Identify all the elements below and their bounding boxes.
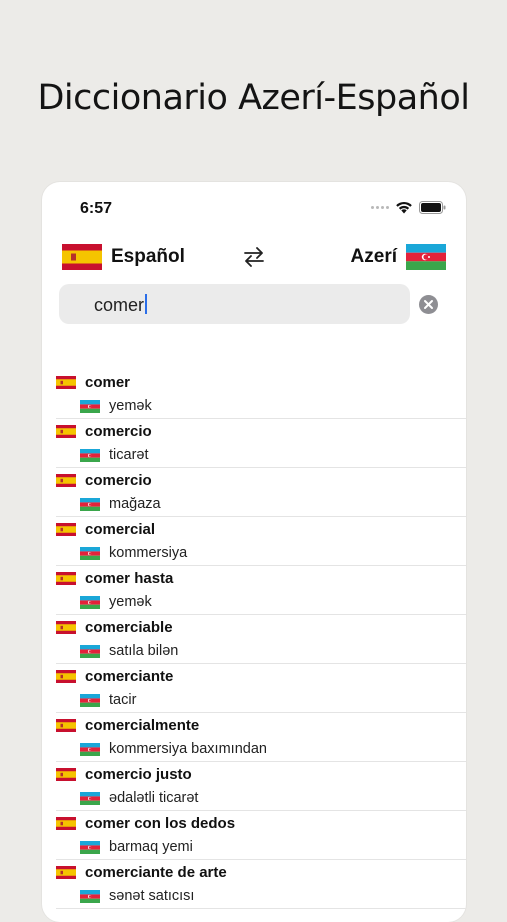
source-word: comerciante de arte bbox=[85, 864, 227, 881]
translation-word: yemək bbox=[109, 594, 152, 610]
azerbaijan-flag-icon bbox=[80, 497, 100, 511]
language-bar: Español Azerí bbox=[42, 242, 466, 272]
azerbaijan-flag-icon bbox=[80, 840, 100, 854]
translation-row: ticarət bbox=[80, 447, 149, 463]
list-item[interactable]: comerciable satıla bilən bbox=[56, 615, 466, 664]
translation-row: satıla bilən bbox=[80, 643, 178, 659]
spain-flag-icon bbox=[56, 817, 76, 830]
source-word: comerciable bbox=[85, 619, 173, 636]
translation-word: mağaza bbox=[109, 496, 161, 512]
source-word-row: comerciante de arte bbox=[56, 864, 227, 881]
source-language-button[interactable]: Español bbox=[62, 244, 185, 270]
text-caret bbox=[145, 294, 148, 314]
list-item[interactable]: comer hasta yemək bbox=[56, 566, 466, 615]
translation-word: tacir bbox=[109, 692, 137, 708]
list-item[interactable]: comerciante tacir bbox=[56, 664, 466, 713]
translation-row: ədalətli ticarət bbox=[80, 790, 198, 806]
translation-row: yemək bbox=[80, 398, 152, 414]
clear-circle-icon[interactable] bbox=[419, 295, 438, 314]
source-word: comercio bbox=[85, 423, 152, 440]
translation-word: sənət satıcısı bbox=[109, 888, 195, 904]
source-word-row: comercialmente bbox=[56, 717, 199, 734]
list-item[interactable]: comer yemək bbox=[56, 370, 466, 419]
translation-row: sənət satıcısı bbox=[80, 888, 194, 904]
list-item[interactable]: comercial kommersiya bbox=[56, 517, 466, 566]
list-item[interactable]: comercio justo ədalətli ticarət bbox=[56, 762, 466, 811]
source-word: comer hasta bbox=[85, 570, 174, 587]
translation-row: tacir bbox=[80, 692, 136, 708]
translation-word: kommersiya baxımından bbox=[109, 741, 267, 757]
spain-flag-icon bbox=[62, 244, 102, 270]
azerbaijan-flag-icon bbox=[80, 742, 100, 756]
list-item[interactable]: comer con los dedos barmaq yemi bbox=[56, 811, 466, 860]
search-input[interactable]: comer bbox=[59, 284, 410, 324]
translation-word: kommersiya bbox=[109, 545, 188, 561]
source-word-row: comercial bbox=[56, 521, 155, 538]
source-word-row: comerciable bbox=[56, 619, 173, 636]
translation-row: kommersiya baxımından bbox=[80, 741, 267, 757]
azerbaijan-flag-icon bbox=[406, 244, 446, 270]
translation-row: kommersiya bbox=[80, 545, 187, 561]
translation-word: barmaq yemi bbox=[109, 839, 193, 855]
list-item[interactable]: comerciante de arte sənət satıcısı bbox=[56, 860, 466, 909]
translation-row: yemək bbox=[80, 594, 152, 610]
source-word-row: comer bbox=[56, 374, 130, 391]
source-word: comercialmente bbox=[85, 717, 200, 734]
source-word: comer con los dedos bbox=[85, 815, 236, 832]
source-word: comercial bbox=[85, 521, 156, 538]
spain-flag-icon bbox=[56, 474, 76, 487]
azerbaijan-flag-icon bbox=[80, 546, 100, 560]
source-word-row: comercio bbox=[56, 423, 152, 440]
source-word-row: comerciante bbox=[56, 668, 173, 685]
source-word-row: comer con los dedos bbox=[56, 815, 235, 832]
target-language-label: Azerí bbox=[350, 246, 397, 267]
spain-flag-icon bbox=[56, 768, 76, 781]
spain-flag-icon bbox=[56, 376, 76, 389]
phone-screen: 6:57 Español Azerí comer comer yemək com… bbox=[42, 182, 466, 922]
azerbaijan-flag-icon bbox=[80, 644, 100, 658]
source-word: comercio justo bbox=[85, 766, 192, 783]
azerbaijan-flag-icon bbox=[80, 693, 100, 707]
status-bar: 6:57 bbox=[42, 182, 466, 232]
azerbaijan-flag-icon bbox=[80, 889, 100, 903]
search-input-value: comer bbox=[94, 294, 148, 316]
spain-flag-icon bbox=[56, 621, 76, 634]
list-item[interactable]: comercio ticarət bbox=[56, 419, 466, 468]
spain-flag-icon bbox=[56, 425, 76, 438]
translation-row: mağaza bbox=[80, 496, 161, 512]
translation-word: satıla bilən bbox=[109, 643, 179, 659]
wifi-icon bbox=[396, 201, 412, 214]
spain-flag-icon bbox=[56, 866, 76, 879]
status-time: 6:57 bbox=[80, 200, 113, 217]
spain-flag-icon bbox=[56, 572, 76, 585]
source-word-row: comercio justo bbox=[56, 766, 192, 783]
translation-word: ədalətli ticarət bbox=[109, 790, 199, 806]
azerbaijan-flag-icon bbox=[80, 595, 100, 609]
status-icons bbox=[371, 201, 446, 214]
source-word: comer bbox=[85, 374, 131, 391]
translation-row: barmaq yemi bbox=[80, 839, 193, 855]
source-word-row: comer hasta bbox=[56, 570, 173, 587]
translation-word: ticarət bbox=[109, 447, 149, 463]
translation-word: yemək bbox=[109, 398, 152, 414]
spain-flag-icon bbox=[56, 523, 76, 536]
azerbaijan-flag-icon bbox=[80, 448, 100, 462]
source-word: comerciante bbox=[85, 668, 174, 685]
target-language-button[interactable]: Azerí bbox=[351, 244, 446, 270]
swap-arrows-icon[interactable] bbox=[242, 245, 266, 269]
app-headline: Diccionario Azerí-Español bbox=[37, 78, 470, 118]
list-item[interactable]: comercio mağaza bbox=[56, 468, 466, 517]
spain-flag-icon bbox=[56, 719, 76, 732]
source-word: comercio bbox=[85, 472, 152, 489]
source-word-row: comercio bbox=[56, 472, 152, 489]
battery-icon bbox=[419, 201, 446, 214]
signal-icon bbox=[371, 206, 389, 209]
azerbaijan-flag-icon bbox=[80, 791, 100, 805]
azerbaijan-flag-icon bbox=[80, 399, 100, 413]
source-language-label: Español bbox=[111, 246, 185, 267]
results-list: comer yemək comercio ticarət comercio mağaza c… bbox=[42, 370, 466, 909]
spain-flag-icon bbox=[56, 670, 76, 683]
list-item[interactable]: comercialmente kommersiya baxımından bbox=[56, 713, 466, 762]
